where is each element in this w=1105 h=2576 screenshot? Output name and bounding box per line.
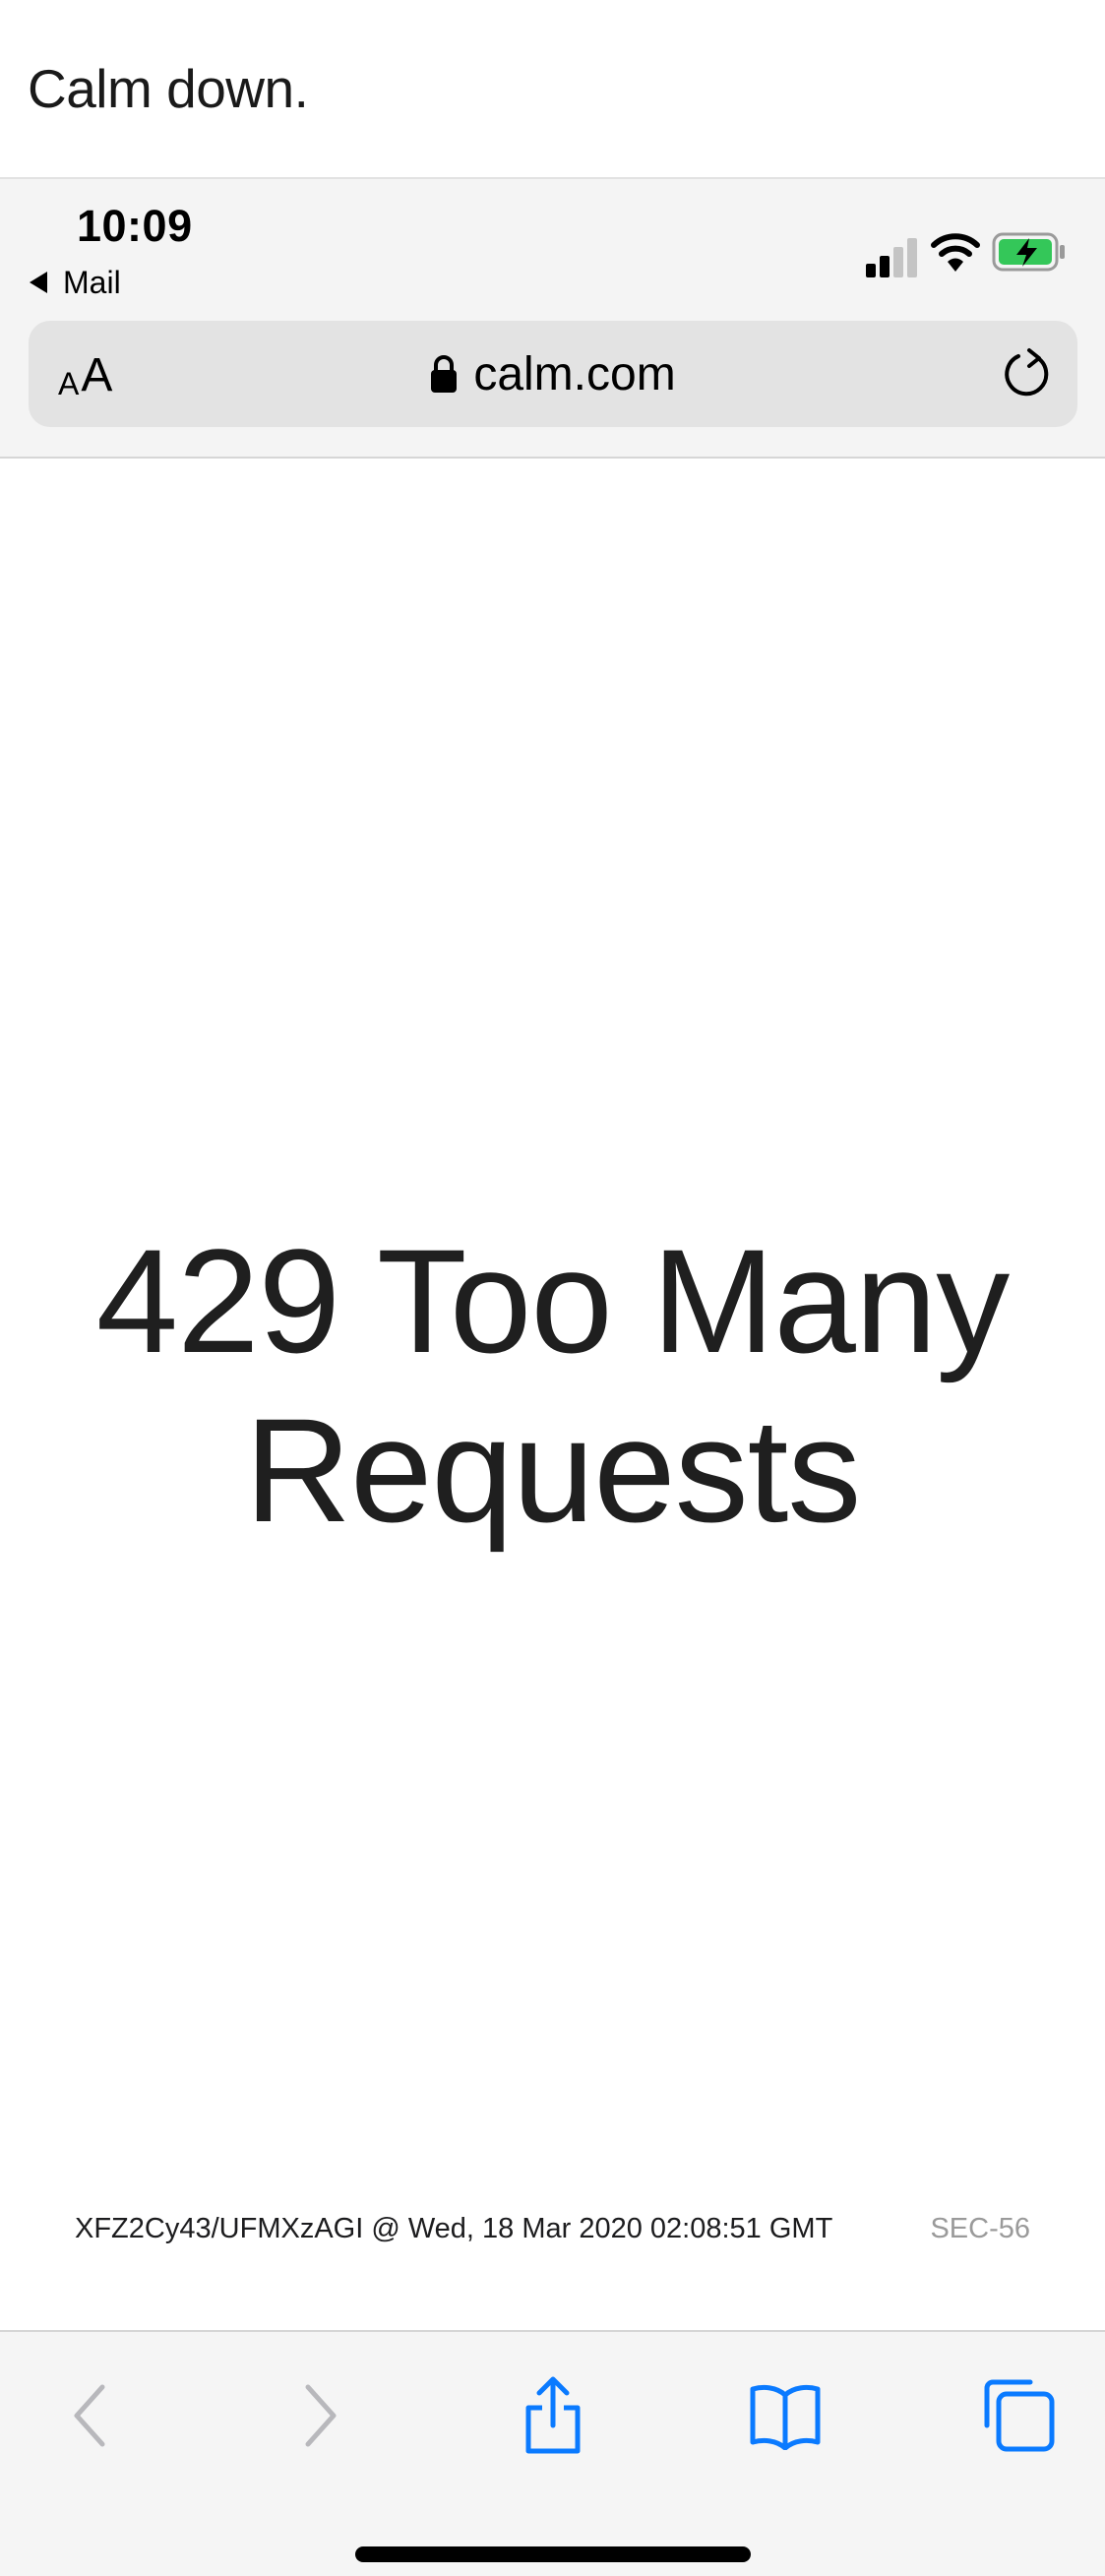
- wifi-icon: [931, 233, 980, 272]
- lock-icon: [431, 355, 458, 393]
- web-content: 429 Too Many Requests XFZ2Cy43/UFMXzAGI …: [0, 459, 1105, 2330]
- chevron-left-icon: [74, 2384, 105, 2447]
- browser-top-bar: 10:09 Mail A A calm.com: [0, 179, 1105, 459]
- tabs-button[interactable]: [974, 2371, 1063, 2460]
- error-code: SEC-56: [930, 2213, 1030, 2244]
- back-app-label: Mail: [63, 264, 121, 300]
- book-icon: [750, 2384, 821, 2450]
- back-to-app-button[interactable]: Mail: [30, 263, 121, 302]
- home-indicator[interactable]: [355, 2546, 751, 2562]
- share-button[interactable]: [509, 2371, 597, 2460]
- forward-button[interactable]: [276, 2371, 365, 2460]
- address-bar[interactable]: A A calm.com: [29, 321, 1077, 427]
- error-headline: 429 Too Many Requests: [95, 1218, 1011, 1553]
- url-domain: calm.com: [473, 347, 676, 400]
- battery-charging-icon: [992, 232, 1065, 272]
- back-triangle-icon: [30, 272, 47, 293]
- caption-text: Calm down.: [28, 58, 309, 119]
- back-button[interactable]: [45, 2371, 134, 2460]
- request-info: XFZ2Cy43/UFMXzAGI @ Wed, 18 Mar 2020 02:…: [75, 2213, 833, 2244]
- tabs-icon: [984, 2379, 1055, 2452]
- caption-header: Calm down.: [0, 0, 1105, 179]
- status-time: 10:09: [77, 201, 193, 251]
- url-display[interactable]: calm.com: [29, 321, 1077, 427]
- reload-icon[interactable]: [999, 346, 1054, 401]
- chevron-right-icon: [305, 2384, 337, 2447]
- browser-toolbar: [0, 2330, 1105, 2576]
- cellular-signal-icon: [866, 238, 917, 277]
- bookmarks-button[interactable]: [741, 2371, 829, 2460]
- share-icon: [525, 2376, 581, 2454]
